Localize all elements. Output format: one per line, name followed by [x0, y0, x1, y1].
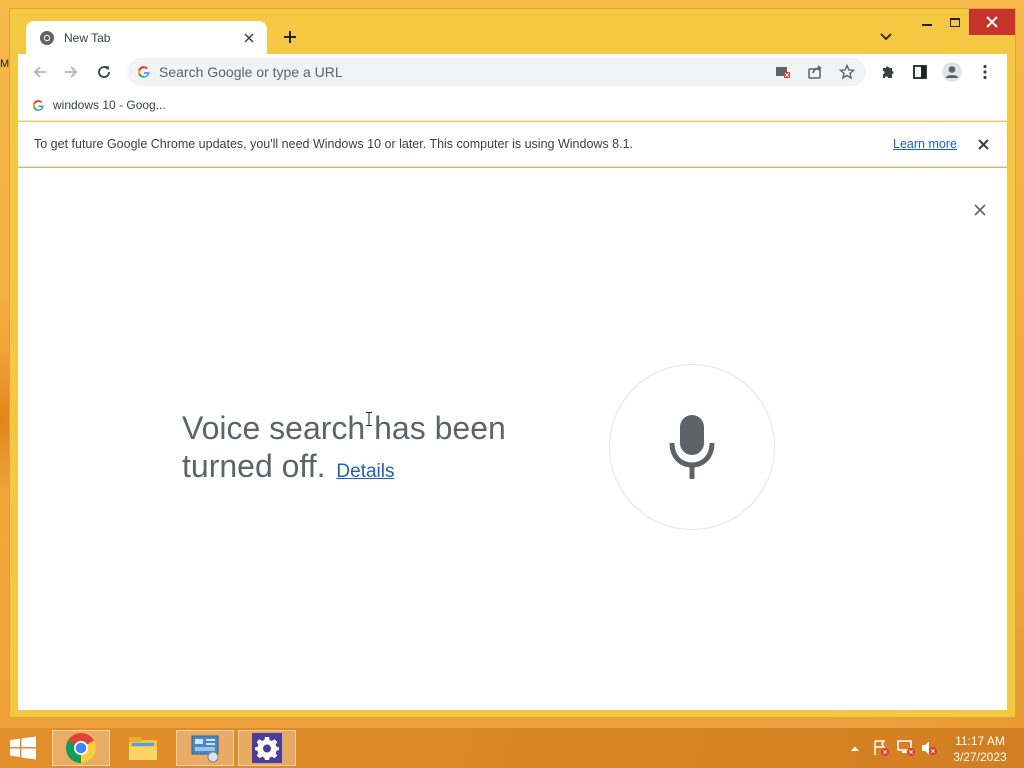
- taskbar-control-panel[interactable]: [176, 730, 234, 766]
- plus-icon: [284, 31, 296, 43]
- voice-search-close-button[interactable]: [970, 200, 990, 220]
- extensions-button[interactable]: [876, 60, 900, 84]
- star-icon: [839, 64, 855, 80]
- voice-search-message: Voice search has been turned off. Detail…: [182, 409, 562, 491]
- omnibox-input[interactable]: [159, 64, 719, 80]
- tab-new-tab[interactable]: New Tab: [26, 21, 267, 55]
- microphone-button[interactable]: [609, 364, 775, 530]
- infobar-message: To get future Google Chrome updates, you…: [34, 137, 633, 151]
- taskbar-clock[interactable]: 11:17 AM 3/27/2023: [940, 733, 1020, 765]
- start-button[interactable]: [8, 736, 38, 760]
- clock-date: 3/27/2023: [953, 750, 1007, 764]
- minimize-button[interactable]: [913, 9, 941, 35]
- flag-alert-icon: [874, 740, 889, 756]
- bookmark-item[interactable]: windows 10 - Goog...: [32, 96, 166, 114]
- chrome-menu-button[interactable]: [973, 60, 997, 84]
- volume-button[interactable]: [920, 738, 938, 758]
- bookmark-label: windows 10 - Goog...: [53, 98, 166, 112]
- browser-toolbar: [18, 54, 1007, 90]
- action-center-button[interactable]: [872, 738, 890, 758]
- window-controls: [913, 9, 1015, 37]
- share-icon: [808, 65, 822, 79]
- update-infobar: To get future Google Chrome updates, you…: [18, 122, 1007, 167]
- cast-blocked-button[interactable]: [773, 62, 793, 82]
- side-panel-button[interactable]: [908, 60, 932, 84]
- taskbar-settings[interactable]: [238, 730, 296, 766]
- details-link[interactable]: Details: [336, 461, 394, 482]
- network-alert-icon: [897, 740, 915, 756]
- minimize-icon: [922, 24, 932, 26]
- side-panel-icon: [913, 65, 927, 79]
- chrome-icon: [65, 733, 97, 763]
- windows-logo-icon: [10, 736, 36, 760]
- file-explorer-icon: [129, 737, 157, 760]
- arrow-left-icon: [33, 66, 46, 78]
- reload-button[interactable]: [92, 60, 116, 84]
- tab-close-button[interactable]: [241, 30, 257, 46]
- settings-tile: [252, 733, 282, 763]
- chrome-icon: [40, 31, 54, 45]
- settings-gear-icon: [255, 737, 279, 760]
- close-icon: [977, 138, 989, 150]
- taskbar-chrome[interactable]: [52, 730, 110, 766]
- maximize-button[interactable]: [941, 9, 969, 35]
- reload-icon: [98, 66, 110, 78]
- bookmark-star-button[interactable]: [837, 62, 857, 82]
- chevron-up-icon: [851, 746, 859, 751]
- avatar-icon: [942, 62, 962, 82]
- network-button[interactable]: [896, 738, 916, 758]
- tray-overflow-button[interactable]: [850, 738, 860, 758]
- microphone-icon: [669, 415, 715, 479]
- control-panel-icon: [191, 735, 219, 763]
- close-window-button[interactable]: [969, 9, 1015, 35]
- learn-more-link[interactable]: Learn more: [893, 137, 957, 151]
- volume-muted-icon: [922, 741, 937, 755]
- close-icon: [974, 204, 986, 216]
- share-button[interactable]: [805, 62, 825, 82]
- bookmarks-bar: windows 10 - Goog...: [18, 90, 1007, 121]
- arrow-right-icon: [65, 66, 78, 78]
- taskbar: 11:17 AM 3/27/2023: [0, 728, 1024, 768]
- taskbar-file-explorer[interactable]: [114, 730, 172, 766]
- clock-time: 11:17 AM: [955, 734, 1005, 748]
- chevron-down-icon: [880, 33, 892, 41]
- cast-blocked-icon: [776, 67, 790, 78]
- puzzle-piece-icon: [883, 66, 894, 78]
- profile-button[interactable]: [940, 60, 964, 84]
- close-icon: [986, 16, 998, 28]
- maximize-icon: [950, 17, 960, 27]
- google-g-icon: [137, 66, 150, 78]
- forward-button[interactable]: [59, 60, 83, 84]
- text-cursor-icon: [366, 412, 372, 426]
- back-button[interactable]: [28, 60, 52, 84]
- more-vertical-icon: [983, 64, 987, 80]
- desktop-icon-label: M: [0, 58, 10, 70]
- tab-search-button[interactable]: [876, 27, 896, 47]
- voice-search-page: Voice search has been turned off. Detail…: [18, 168, 1007, 710]
- new-tab-button[interactable]: [278, 25, 302, 49]
- infobar-close-button[interactable]: [974, 135, 992, 153]
- close-icon: [244, 33, 254, 43]
- google-g-icon: [32, 99, 44, 111]
- omnibox[interactable]: [127, 58, 866, 86]
- tab-title: New Tab: [64, 31, 111, 45]
